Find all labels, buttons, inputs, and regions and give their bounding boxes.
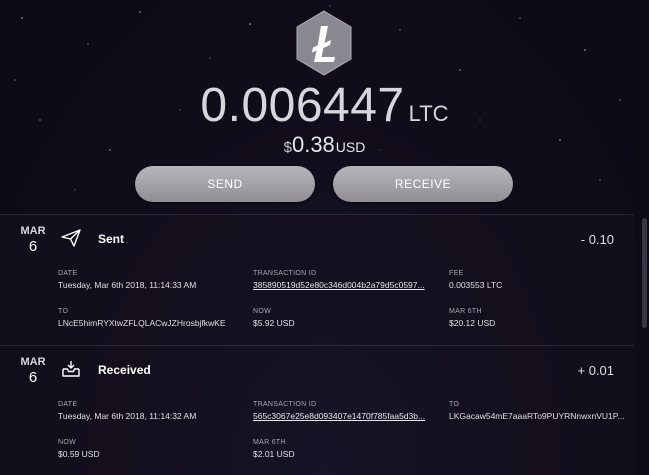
field-value: $0.59 USD bbox=[58, 449, 100, 459]
transaction-day: 6 bbox=[28, 369, 38, 386]
transaction-list: MAR 6 Sent - 0.10 DATE Tuesday, Mar 6th … bbox=[0, 214, 634, 475]
receive-button[interactable]: RECEIVE bbox=[333, 166, 513, 202]
transaction-date: MAR 6 bbox=[18, 356, 48, 386]
transaction-item[interactable]: MAR 6 Sent - 0.10 DATE Tuesday, Mar 6th … bbox=[0, 214, 634, 345]
field-label: NOW bbox=[58, 439, 77, 446]
field-label: DATE bbox=[58, 270, 78, 277]
usd-unit: USD bbox=[335, 139, 366, 155]
field-label: TO bbox=[58, 308, 69, 315]
now-value-field: NOW $0.59 USD bbox=[58, 439, 208, 459]
transaction-amount: - 0.10 bbox=[580, 232, 614, 247]
field-label: NOW bbox=[253, 308, 272, 315]
date-field: DATE Tuesday, Mar 6th 2018, 11:14:33 AM bbox=[58, 270, 238, 290]
wallet-header: 0.006447 LTC $0.38USD SEND RECEIVE bbox=[0, 0, 649, 215]
transaction-id-field: TRANSACTION ID 385890519d52e80c346d004b2… bbox=[253, 270, 433, 290]
transaction-id-link[interactable]: 385890519d52e80c346d004b2a79d5c0597... bbox=[253, 280, 433, 290]
list-scrollbar[interactable] bbox=[642, 218, 647, 328]
transaction-item[interactable]: MAR 6 Received + 0.01 DATE Tuesday, Mar … bbox=[0, 345, 634, 475]
field-label: TO bbox=[449, 401, 460, 408]
transaction-type: Received bbox=[98, 363, 151, 377]
to-address-field: TO LKGacaw54mE7aaaRTo9PUYRNnwxnVU1P... bbox=[449, 401, 629, 421]
date-field: DATE Tuesday, Mar 6th 2018, 11:14:32 AM bbox=[58, 401, 238, 421]
balance-unit: LTC bbox=[408, 101, 449, 126]
field-value: Tuesday, Mar 6th 2018, 11:14:33 AM bbox=[58, 280, 197, 290]
usd-symbol: $ bbox=[283, 139, 292, 156]
now-value-field: NOW $5.92 USD bbox=[253, 308, 403, 328]
field-value: $5.92 USD bbox=[253, 318, 295, 328]
field-label: MAR 6TH bbox=[253, 439, 286, 446]
receive-inbox-icon bbox=[62, 361, 80, 377]
usd-value: 0.38 bbox=[291, 132, 335, 157]
historic-value-field: MAR 6TH $20.12 USD bbox=[449, 308, 599, 328]
usd-balance: $0.38USD bbox=[0, 132, 649, 158]
field-value: LKGacaw54mE7aaaRTo9PUYRNnwxnVU1P... bbox=[449, 411, 625, 421]
litecoin-logo-icon bbox=[296, 10, 352, 76]
field-value: LNcE5himRYXtwZFLQLACwJZHrosbjfkwKE bbox=[58, 318, 226, 328]
field-value: 0.003553 LTC bbox=[449, 280, 503, 290]
field-label: MAR 6TH bbox=[449, 308, 482, 315]
field-label: DATE bbox=[58, 401, 78, 408]
field-label: FEE bbox=[449, 270, 464, 277]
field-value: Tuesday, Mar 6th 2018, 11:14:32 AM bbox=[58, 411, 197, 421]
transaction-date: MAR 6 bbox=[18, 225, 48, 255]
fee-field: FEE 0.003553 LTC bbox=[449, 270, 599, 290]
transaction-id-field: TRANSACTION ID 565c3067e25e8d093407e1470… bbox=[253, 401, 433, 421]
to-address-field: TO LNcE5himRYXtwZFLQLACwJZHrosbjfkwKE bbox=[58, 308, 243, 328]
balance-amount: 0.006447 bbox=[200, 79, 405, 132]
transaction-amount: + 0.01 bbox=[577, 363, 614, 378]
transaction-id-link[interactable]: 565c3067e25e8d093407e1470f785faa5d3b... bbox=[253, 411, 433, 421]
transaction-type: Sent bbox=[98, 232, 125, 246]
field-label: TRANSACTION ID bbox=[253, 401, 317, 408]
balance-display: 0.006447 LTC bbox=[0, 78, 649, 133]
field-label: TRANSACTION ID bbox=[253, 270, 317, 277]
historic-value-field: MAR 6TH $2.01 USD bbox=[253, 439, 403, 459]
send-button[interactable]: SEND bbox=[135, 166, 315, 202]
field-value: $20.12 USD bbox=[449, 318, 496, 328]
transaction-month: MAR bbox=[20, 225, 46, 237]
send-paper-plane-icon bbox=[61, 229, 81, 247]
transaction-day: 6 bbox=[28, 238, 38, 255]
transaction-month: MAR bbox=[20, 356, 46, 368]
field-value: $2.01 USD bbox=[253, 449, 295, 459]
